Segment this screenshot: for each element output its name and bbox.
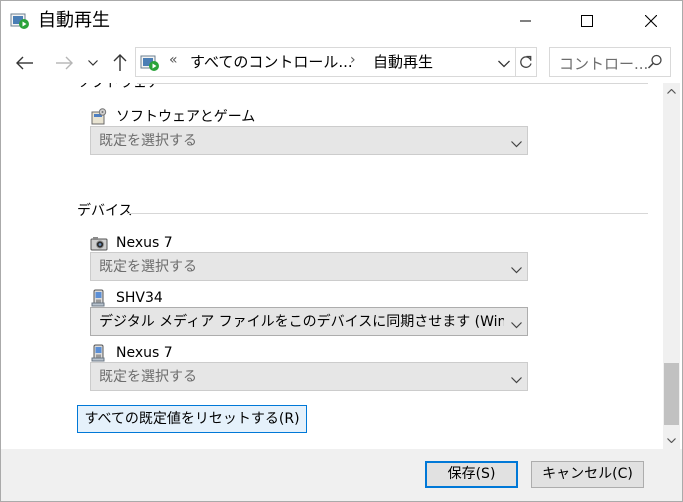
chevron-down-icon xyxy=(511,317,522,333)
refresh-icon xyxy=(519,55,532,68)
device-nexus7-select[interactable]: 既定を選択する xyxy=(90,252,528,281)
scroll-down-button[interactable] xyxy=(663,432,680,449)
cancel-button[interactable]: キャンセル(C) xyxy=(531,461,644,488)
device-shv34-selected-value: デジタル メディア ファイルをこのデバイスに同期させます (Windows Me… xyxy=(99,314,504,330)
arrow-up-icon xyxy=(113,54,127,71)
control-panel-icon xyxy=(140,54,160,72)
software-group-divider xyxy=(137,83,648,84)
chevron-down-icon xyxy=(88,60,98,66)
autoplay-window: 自動再生 « すべてのコントロール... › 自動再生 コントロー... ソフト… xyxy=(0,0,683,502)
reset-all-defaults-button[interactable]: すべての既定値をリセットする(R) xyxy=(77,405,307,433)
scroll-up-button[interactable] xyxy=(663,83,680,100)
device-nexus7-second-select[interactable]: 既定を選択する xyxy=(90,362,528,391)
maximize-icon xyxy=(581,15,593,27)
search-icon[interactable] xyxy=(647,54,663,74)
title-bar: 自動再生 xyxy=(1,1,682,41)
chevron-down-icon xyxy=(498,60,510,68)
chevron-down-icon xyxy=(667,438,676,443)
phone-device-icon xyxy=(90,344,108,362)
settings-content: ソフトウェア ソフトウェアとゲーム 既定を選択する デバイス Nexus 7 既… xyxy=(1,83,663,449)
phone-device-icon xyxy=(90,289,108,307)
software-and-games-selected-value: 既定を選択する xyxy=(99,133,197,149)
arrow-right-icon xyxy=(56,56,73,70)
close-icon xyxy=(645,15,657,27)
device-shv34-label: SHV34 xyxy=(116,290,163,306)
recent-locations-button[interactable] xyxy=(82,50,104,76)
breadcrumb-all-control-panel[interactable]: すべてのコントロール... xyxy=(190,52,353,72)
chevron-down-icon xyxy=(511,262,522,278)
chevron-up-icon xyxy=(667,89,676,94)
breadcrumb-separator[interactable]: › xyxy=(350,52,356,68)
maximize-button[interactable] xyxy=(564,1,610,41)
search-box[interactable]: コントロー... xyxy=(549,47,671,77)
back-button[interactable] xyxy=(12,50,38,76)
scrollbar-thumb[interactable] xyxy=(664,363,679,425)
device-nexus7-second-label: Nexus 7 xyxy=(116,345,173,361)
device-nexus7-second-selected-value: 既定を選択する xyxy=(99,369,197,385)
device-nexus7-label: Nexus 7 xyxy=(116,235,173,251)
dialog-footer: 保存(S) キャンセル(C) xyxy=(1,449,682,501)
up-button[interactable] xyxy=(107,50,133,76)
refresh-button[interactable] xyxy=(515,47,537,77)
device-shv34-select[interactable]: デジタル メディア ファイルをこのデバイスに同期させます (Windows Me… xyxy=(90,307,528,336)
save-button[interactable]: 保存(S) xyxy=(425,461,518,488)
camera-device-icon xyxy=(90,234,108,252)
navigation-bar: « すべてのコントロール... › 自動再生 コントロー... xyxy=(1,41,682,83)
software-box-icon xyxy=(90,108,108,126)
autoplay-app-icon xyxy=(10,12,30,30)
vertical-scrollbar[interactable] xyxy=(663,83,680,449)
minimize-icon xyxy=(520,20,531,22)
address-dropdown-button[interactable] xyxy=(498,56,510,72)
software-group-label: ソフトウェア xyxy=(77,83,164,92)
window-title: 自動再生 xyxy=(38,10,110,31)
breadcrumb-autoplay[interactable]: 自動再生 xyxy=(373,52,433,72)
minimize-button[interactable] xyxy=(503,1,549,41)
chevron-down-icon xyxy=(511,372,522,388)
software-and-games-label: ソフトウェアとゲーム xyxy=(116,109,256,125)
software-and-games-select[interactable]: 既定を選択する xyxy=(90,126,528,155)
address-bar[interactable]: « すべてのコントロール... › 自動再生 xyxy=(135,47,516,77)
devices-group-label: デバイス xyxy=(77,202,136,220)
forward-button[interactable] xyxy=(51,50,77,76)
arrow-left-icon xyxy=(16,56,33,70)
search-input[interactable]: コントロー... xyxy=(559,53,648,74)
devices-group-divider xyxy=(127,213,648,214)
breadcrumb-overflow[interactable]: « xyxy=(169,52,178,68)
chevron-down-icon xyxy=(511,136,522,152)
close-button[interactable] xyxy=(628,1,674,41)
device-nexus7-selected-value: 既定を選択する xyxy=(99,259,197,275)
